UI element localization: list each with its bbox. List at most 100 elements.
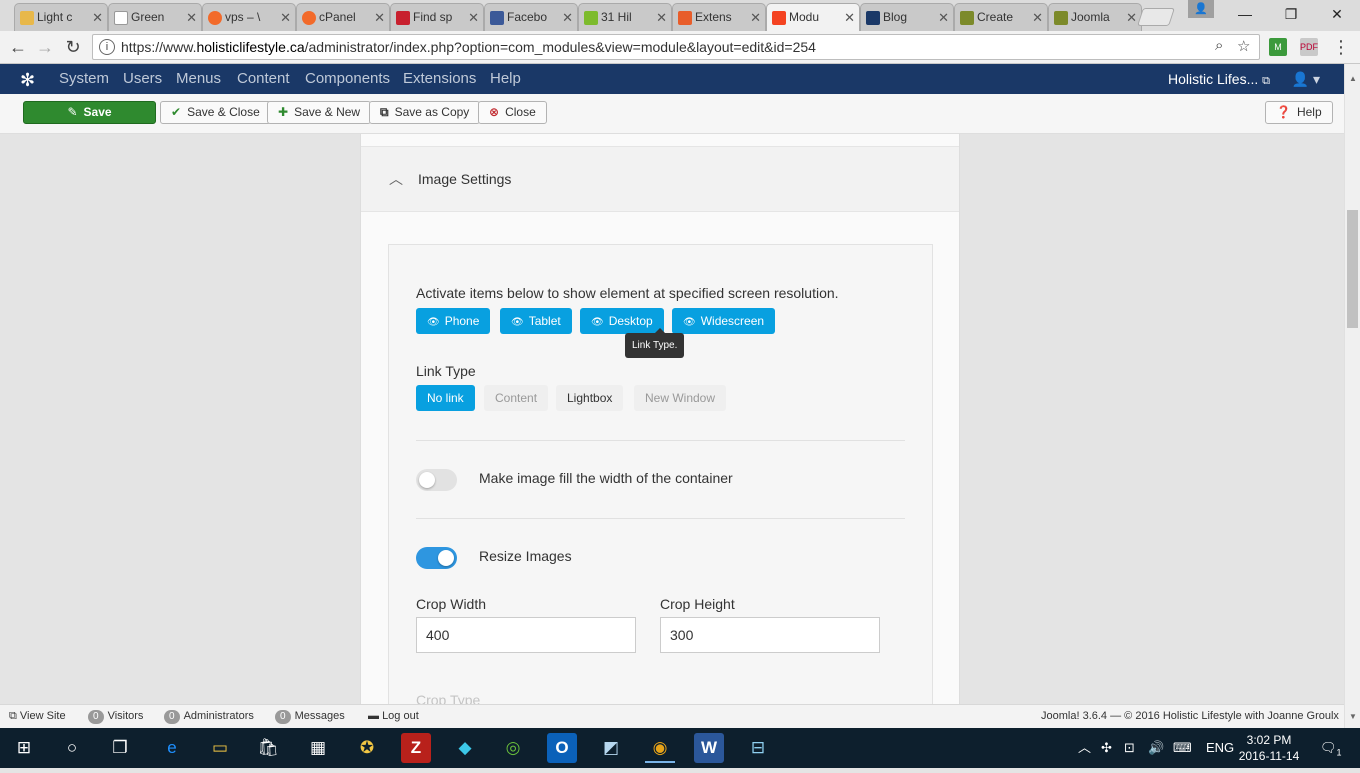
save-copy-button[interactable]: ⧉ Save as Copy [369, 101, 481, 124]
crop-width-input[interactable]: 400 [416, 617, 636, 653]
menu-extensions[interactable]: Extensions [403, 64, 476, 94]
menu-system[interactable]: System [59, 64, 109, 94]
scroll-down-icon[interactable]: ▼ [1345, 712, 1360, 721]
app-icon[interactable]: ◩ [596, 733, 626, 763]
close-icon[interactable]: ✕ [562, 4, 573, 31]
page-scrollbar[interactable]: ▲ ▼ [1344, 64, 1360, 728]
window-close-icon[interactable]: ✕ [1314, 0, 1360, 28]
browser-tab[interactable]: Find sp ✕ [390, 3, 484, 31]
messages-status[interactable]: 0 Messages [275, 705, 345, 728]
link-type-lightbox[interactable]: Lightbox [556, 385, 624, 411]
logout-link[interactable]: ▬ Log out [368, 705, 419, 728]
dreamweaver-icon[interactable]: ◎ [498, 733, 528, 763]
resize-images-toggle[interactable] [416, 547, 457, 569]
profile-icon[interactable]: 👤 [1188, 0, 1214, 18]
close-button[interactable]: ⊗ Close [478, 101, 547, 124]
menu-users[interactable]: Users [123, 64, 162, 94]
browser-tab[interactable]: Light c ✕ [14, 3, 108, 31]
network-app-icon[interactable]: ⊟ [743, 733, 773, 763]
widescreen-button[interactable]: 👁 Widescreen [672, 308, 776, 334]
menu-icon[interactable]: ⋮ [1330, 36, 1352, 58]
info-icon[interactable]: i [99, 39, 115, 55]
save-new-button[interactable]: ✚ Save & New [267, 101, 372, 124]
close-icon[interactable]: ✕ [186, 4, 197, 31]
close-icon[interactable]: ✕ [1126, 4, 1137, 31]
outlook-icon[interactable]: O [547, 733, 577, 763]
browser-tab[interactable]: Facebo ✕ [484, 3, 578, 31]
link-type-new-window[interactable]: New Window [634, 385, 727, 411]
calculator-icon[interactable]: ▦ [303, 733, 333, 763]
notifications-icon[interactable]: 🗨1 [1320, 728, 1342, 773]
maximize-icon[interactable]: ❐ [1268, 0, 1314, 28]
extension-icon[interactable]: M [1269, 38, 1287, 56]
clock[interactable]: 3:02 PM 2016-11-14 [1236, 732, 1302, 764]
save-close-button[interactable]: ✔ Save & Close [160, 101, 271, 124]
browser-tab[interactable]: Create ✕ [954, 3, 1048, 31]
fill-width-toggle[interactable] [416, 469, 457, 491]
minimize-icon[interactable]: — [1222, 0, 1268, 28]
view-site-link[interactable]: ⧉ View Site [9, 705, 66, 728]
back-icon[interactable]: ← [7, 36, 29, 58]
menu-components[interactable]: Components [305, 64, 390, 94]
close-icon[interactable]: ✕ [374, 4, 385, 31]
task-view-icon[interactable]: ❐ [105, 733, 135, 763]
user-menu-icon[interactable]: 👤 ▾ [1292, 64, 1320, 94]
search-icon[interactable]: ○ [57, 733, 87, 763]
kodi-icon[interactable]: ◆ [450, 733, 480, 763]
edge-icon[interactable]: e [157, 733, 187, 763]
browser-tab[interactable]: Blog ✕ [860, 3, 954, 31]
browser-tab[interactable]: 31 Hil ✕ [578, 3, 672, 31]
tray-app-icon[interactable]: ✣ [1101, 728, 1112, 768]
word-icon[interactable]: W [694, 733, 724, 763]
menu-content[interactable]: Content [237, 64, 290, 94]
link-type-content[interactable]: Content [484, 385, 549, 411]
forward-icon[interactable]: → [34, 36, 56, 58]
bookmark-star-icon[interactable]: ☆ [1237, 37, 1250, 55]
new-tab-button[interactable] [1137, 8, 1175, 26]
save-button[interactable]: ✎ Save [23, 101, 156, 124]
close-icon[interactable]: ✕ [656, 4, 667, 31]
reload-icon[interactable]: ↻ [62, 36, 84, 58]
phone-button[interactable]: 👁 Phone [416, 308, 491, 334]
filezilla-icon[interactable]: Z [401, 733, 431, 763]
help-button[interactable]: ❓ Help [1265, 101, 1333, 124]
close-icon[interactable]: ✕ [1032, 4, 1043, 31]
language-indicator[interactable]: ENG [1206, 728, 1234, 768]
volume-icon[interactable]: 🔊 [1148, 728, 1164, 768]
close-icon[interactable]: ✕ [468, 4, 479, 31]
close-icon[interactable]: ✕ [844, 4, 855, 31]
show-hidden-icons[interactable]: ︿ [1078, 728, 1091, 768]
visitors-status[interactable]: 0 Visitors [88, 705, 143, 728]
network-icon[interactable]: ⊡ [1124, 728, 1135, 768]
windows-start-icon[interactable]: ⊞ [9, 733, 39, 763]
close-icon[interactable]: ✕ [938, 4, 949, 31]
browser-tab-active[interactable]: Modu ✕ [766, 3, 860, 31]
store-icon[interactable]: 🛍 [253, 733, 283, 763]
browser-tab[interactable]: Extens ✕ [672, 3, 766, 31]
app-icon[interactable]: ✪ [352, 733, 382, 763]
joomla-logo-icon[interactable]: ✻ [20, 70, 35, 91]
pdf-extension-icon[interactable]: PDF [1300, 38, 1318, 56]
scroll-up-icon[interactable]: ▲ [1345, 74, 1360, 83]
browser-tab[interactable]: Joomla ✕ [1048, 3, 1142, 31]
link-type-no-link[interactable]: No link [416, 385, 475, 411]
file-explorer-icon[interactable]: ▭ [205, 733, 235, 763]
browser-tab[interactable]: vps – \ ✕ [202, 3, 296, 31]
image-settings-header[interactable]: ︿ Image Settings [361, 146, 959, 212]
close-icon[interactable]: ✕ [280, 4, 291, 31]
browser-tab[interactable]: cPanel ✕ [296, 3, 390, 31]
zoom-icon[interactable]: ⌕ [1215, 37, 1223, 54]
keyboard-icon[interactable]: ⌨ [1173, 728, 1192, 768]
menu-menus[interactable]: Menus [176, 64, 221, 94]
browser-tab[interactable]: Green ✕ [108, 3, 202, 31]
administrators-status[interactable]: 0 Administrators [164, 705, 254, 728]
desktop-button[interactable]: 👁 Desktop [580, 308, 664, 334]
close-icon[interactable]: ✕ [750, 4, 761, 31]
tablet-button[interactable]: 👁 Tablet [500, 308, 572, 334]
address-bar[interactable]: i https://www.holisticlifestyle.ca/admin… [92, 34, 1260, 60]
chrome-icon[interactable]: ◉ [645, 733, 675, 763]
chevron-up-icon[interactable]: ︿ [389, 169, 403, 189]
site-link[interactable]: Holistic Lifes... ⧉ [1168, 64, 1270, 96]
crop-height-input[interactable]: 300 [660, 617, 880, 653]
menu-help[interactable]: Help [490, 64, 521, 94]
